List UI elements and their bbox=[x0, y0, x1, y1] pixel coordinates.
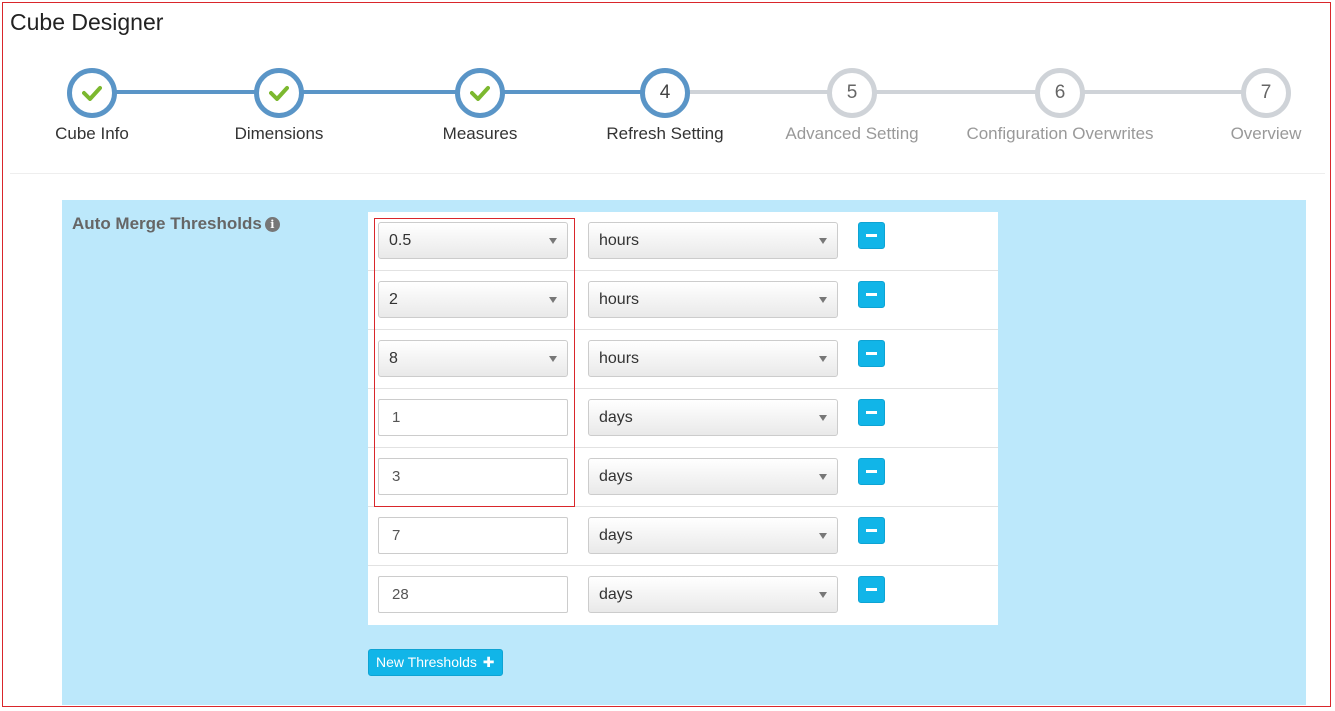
remove-threshold-button[interactable] bbox=[858, 458, 885, 485]
page-title: Cube Designer bbox=[10, 9, 164, 35]
threshold-unit: hours bbox=[599, 350, 640, 367]
threshold-unit-select[interactable]: days bbox=[588, 399, 838, 436]
caret-down-icon bbox=[819, 474, 827, 480]
caret-down-icon bbox=[819, 533, 827, 539]
threshold-unit: days bbox=[599, 468, 633, 485]
caret-down-icon bbox=[819, 356, 827, 362]
auto-merge-thresholds-panel: Auto Merge Thresholds i 0.5 hours 2 hours bbox=[62, 200, 1306, 705]
threshold-unit: days bbox=[599, 586, 633, 603]
threshold-unit: hours bbox=[599, 291, 640, 308]
remove-threshold-button[interactable] bbox=[858, 222, 885, 249]
caret-down-icon bbox=[549, 238, 557, 244]
caret-down-icon bbox=[549, 297, 557, 303]
info-circle-icon[interactable]: i bbox=[264, 217, 280, 232]
check-icon bbox=[455, 68, 505, 118]
threshold-unit-select[interactable]: hours bbox=[588, 222, 838, 259]
threshold-value-input[interactable]: 7 bbox=[378, 517, 568, 554]
remove-threshold-button[interactable] bbox=[858, 399, 885, 426]
step-number: 5 bbox=[827, 68, 877, 118]
step-number: 4 bbox=[640, 68, 690, 118]
threshold-row: 3 days bbox=[368, 448, 998, 507]
threshold-value-input[interactable]: 28 bbox=[378, 576, 568, 613]
minus-icon bbox=[866, 529, 877, 532]
threshold-unit-select[interactable]: hours bbox=[588, 281, 838, 318]
threshold-row: 7 days bbox=[368, 507, 998, 566]
thresholds-label-text: Auto Merge Thresholds bbox=[72, 214, 262, 233]
wizard-step-configuration-overwrites[interactable]: 6 Configuration Overwrites bbox=[950, 68, 1170, 144]
threshold-unit-select[interactable]: hours bbox=[588, 340, 838, 377]
threshold-value: 8 bbox=[389, 350, 398, 367]
threshold-row: 28 days bbox=[368, 566, 998, 625]
plus-icon: ✚ bbox=[482, 654, 495, 670]
threshold-value: 0.5 bbox=[389, 232, 412, 249]
threshold-unit: days bbox=[599, 527, 633, 544]
remove-threshold-button[interactable] bbox=[858, 576, 885, 603]
minus-icon bbox=[866, 293, 877, 296]
wizard-step-advanced-setting[interactable]: 5 Advanced Setting bbox=[742, 68, 962, 144]
minus-icon bbox=[866, 470, 877, 473]
minus-icon bbox=[866, 411, 877, 414]
threshold-row: 2 hours bbox=[368, 271, 998, 330]
wizard-steps: Cube Info Dimensions Measures 4 Refresh … bbox=[0, 62, 1335, 162]
threshold-value-input[interactable]: 1 bbox=[378, 399, 568, 436]
threshold-unit: days bbox=[599, 409, 633, 426]
threshold-unit: hours bbox=[599, 232, 640, 249]
minus-icon bbox=[866, 588, 877, 591]
threshold-row: 8 hours bbox=[368, 330, 998, 389]
remove-threshold-button[interactable] bbox=[858, 281, 885, 308]
section-divider bbox=[10, 173, 1325, 174]
threshold-row: 0.5 hours bbox=[368, 212, 998, 271]
wizard-step-label: Dimensions bbox=[234, 124, 324, 143]
threshold-value-select[interactable]: 8 bbox=[378, 340, 568, 377]
caret-down-icon bbox=[549, 356, 557, 362]
threshold-value-input[interactable]: 3 bbox=[378, 458, 568, 495]
remove-threshold-button[interactable] bbox=[858, 340, 885, 367]
wizard-step-overview[interactable]: 7 Overview bbox=[1156, 68, 1335, 144]
minus-icon bbox=[866, 234, 877, 237]
step-number: 6 bbox=[1035, 68, 1085, 118]
caret-down-icon bbox=[819, 238, 827, 244]
threshold-value: 2 bbox=[389, 291, 398, 308]
new-thresholds-label: New Thresholds bbox=[376, 654, 477, 670]
check-icon bbox=[67, 68, 117, 118]
wizard-step-label: Overview bbox=[1230, 124, 1302, 143]
threshold-value-select[interactable]: 2 bbox=[378, 281, 568, 318]
wizard-step-label: Configuration Overwrites bbox=[966, 124, 1154, 143]
caret-down-icon bbox=[819, 592, 827, 598]
new-thresholds-button[interactable]: New Thresholds ✚ bbox=[368, 649, 503, 676]
thresholds-label: Auto Merge Thresholds i bbox=[72, 214, 280, 234]
threshold-unit-select[interactable]: days bbox=[588, 517, 838, 554]
wizard-step-dimensions[interactable]: Dimensions bbox=[169, 68, 389, 144]
threshold-unit-select[interactable]: days bbox=[588, 458, 838, 495]
caret-down-icon bbox=[819, 415, 827, 421]
check-icon bbox=[254, 68, 304, 118]
step-number: 7 bbox=[1241, 68, 1291, 118]
thresholds-table: 0.5 hours 2 hours 8 hours 1 days 3 days … bbox=[368, 212, 998, 625]
threshold-row: 1 days bbox=[368, 389, 998, 448]
threshold-value-select[interactable]: 0.5 bbox=[378, 222, 568, 259]
minus-icon bbox=[866, 352, 877, 355]
remove-threshold-button[interactable] bbox=[858, 517, 885, 544]
wizard-step-label: Advanced Setting bbox=[785, 124, 919, 143]
caret-down-icon bbox=[819, 297, 827, 303]
threshold-unit-select[interactable]: days bbox=[588, 576, 838, 613]
